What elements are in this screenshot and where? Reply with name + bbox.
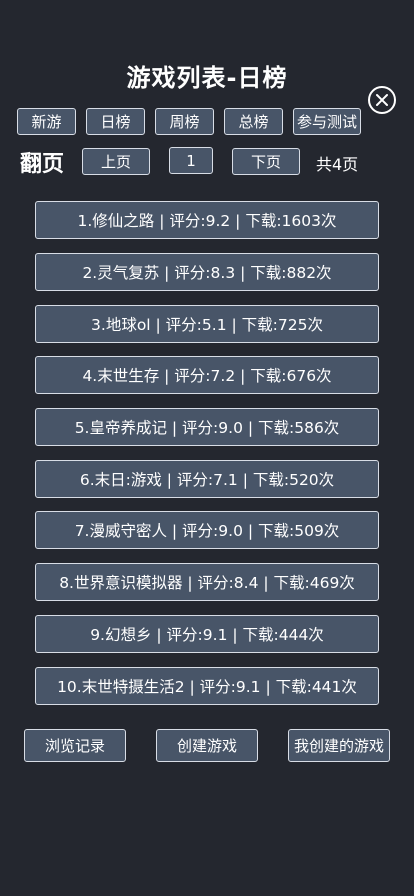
browse-history-button[interactable]: 浏览记录: [24, 729, 126, 762]
close-icon: [376, 94, 388, 106]
game-item[interactable]: 4.末世生存 | 评分:7.2 | 下载:676次: [35, 356, 379, 394]
tab-beta-test[interactable]: 参与测试: [293, 108, 361, 135]
game-item[interactable]: 6.末日:游戏 | 评分:7.1 | 下载:520次: [35, 460, 379, 498]
game-item[interactable]: 2.灵气复苏 | 评分:8.3 | 下载:882次: [35, 253, 379, 291]
game-item[interactable]: 5.皇帝养成记 | 评分:9.0 | 下载:586次: [35, 408, 379, 446]
game-item[interactable]: 8.世界意识模拟器 | 评分:8.4 | 下载:469次: [35, 563, 379, 601]
tab-new-games[interactable]: 新游: [17, 108, 76, 135]
game-item[interactable]: 3.地球ol | 评分:5.1 | 下载:725次: [35, 305, 379, 343]
game-item[interactable]: 9.幻想乡 | 评分:9.1 | 下载:444次: [35, 615, 379, 653]
game-item[interactable]: 7.漫威守密人 | 评分:9.0 | 下载:509次: [35, 511, 379, 549]
total-pages-label: 共4页: [316, 155, 359, 174]
page-title: 游戏列表-日榜: [126, 64, 288, 92]
game-list-screen: 游戏列表-日榜 新游 日榜 周榜 总榜 参与测试 翻页 上页 1 下页 共4页 …: [0, 0, 414, 896]
tab-weekly[interactable]: 周榜: [155, 108, 214, 135]
my-games-button[interactable]: 我创建的游戏: [288, 729, 390, 762]
page-number-field[interactable]: 1: [169, 147, 213, 174]
create-game-button[interactable]: 创建游戏: [156, 729, 258, 762]
game-item[interactable]: 1.修仙之路 | 评分:9.2 | 下载:1603次: [35, 201, 379, 239]
prev-page-button[interactable]: 上页: [82, 148, 150, 175]
next-page-button[interactable]: 下页: [232, 148, 300, 175]
tab-overall[interactable]: 总榜: [224, 108, 283, 135]
tab-daily[interactable]: 日榜: [86, 108, 145, 135]
pagination-label: 翻页: [20, 152, 65, 177]
close-button[interactable]: [368, 86, 396, 114]
game-item[interactable]: 10.末世特摄生活2 | 评分:9.1 | 下载:441次: [35, 667, 379, 705]
